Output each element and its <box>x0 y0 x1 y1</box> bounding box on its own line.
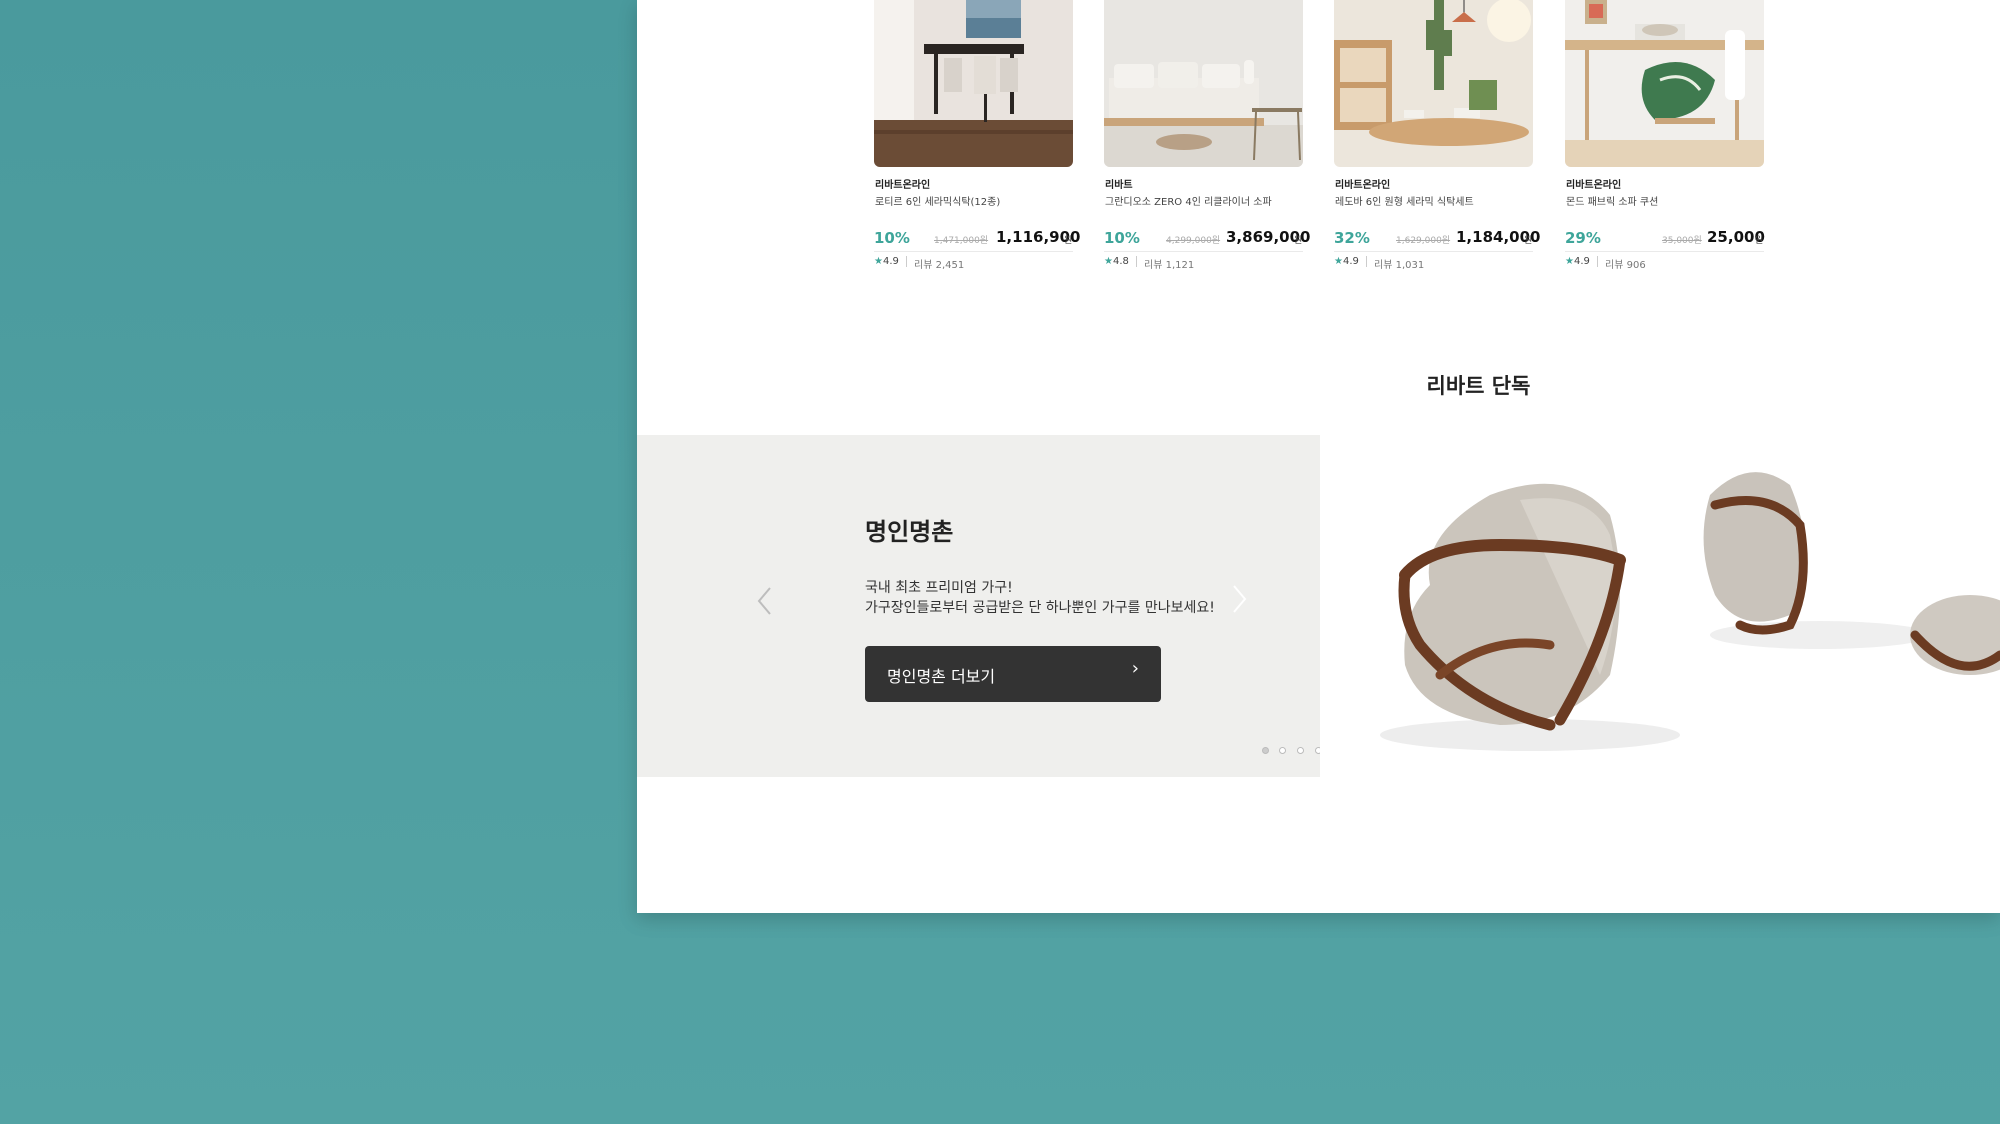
page-panel: 리바트온라인 로티르 6인 세라믹식탁(12종) 10% 1,471,000원 … <box>637 0 2000 913</box>
star-icon: ★ <box>1334 256 1343 267</box>
banner-description: 가구장인들로부터 공급받은 단 하나뿐인 가구를 만나보세요! <box>865 600 1215 616</box>
product-card[interactable]: 리바트온라인 몬드 패브릭 소파 쿠션 29% 35,000원 25,000 원… <box>1565 0 1765 271</box>
divider <box>1104 251 1303 252</box>
product-brand: 리바트온라인 <box>1335 180 1391 191</box>
product-image[interactable] <box>1334 0 1533 167</box>
chevron-left-icon[interactable] <box>756 586 772 620</box>
divider <box>906 256 907 267</box>
pagination-dot[interactable] <box>1279 747 1286 754</box>
price-currency: 원 <box>1294 236 1303 246</box>
rating: ★4.8 <box>1104 256 1129 267</box>
divider <box>1597 256 1598 267</box>
product-brand: 리바트온라인 <box>875 180 931 191</box>
section-title: 리바트 단독 <box>1426 374 1531 398</box>
star-icon: ★ <box>1565 256 1574 267</box>
product-image[interactable] <box>1565 0 1764 167</box>
product-name[interactable]: 그란디오소 ZERO 4인 리클라이너 소파 <box>1105 193 1272 208</box>
rating-value: 4.8 <box>1112 256 1129 267</box>
discount-rate: 29% <box>1565 229 1601 247</box>
rating: ★4.9 <box>874 256 899 267</box>
pagination-dot[interactable] <box>1297 747 1304 754</box>
rating-value: 4.9 <box>882 256 899 267</box>
review-count: 리뷰 2,451 <box>914 260 965 271</box>
banner-description: 국내 최초 프리미엄 가구! <box>865 580 1013 596</box>
chevron-right-icon: › <box>1131 658 1139 679</box>
review-count: 리뷰 906 <box>1605 260 1646 271</box>
product-brand: 리바트온라인 <box>1566 180 1622 191</box>
chevron-right-icon[interactable] <box>1232 584 1248 618</box>
product-name[interactable]: 레도바 6인 원형 세라믹 식탁세트 <box>1335 193 1474 208</box>
divider <box>1565 251 1764 252</box>
more-button-label: 명인명촌 더보기 <box>887 667 996 686</box>
product-card[interactable]: 리바트 그란디오소 ZERO 4인 리클라이너 소파 10% 4,299,000… <box>1104 0 1310 271</box>
product-name[interactable]: 몬드 패브릭 소파 쿠션 <box>1566 193 1658 208</box>
rating: ★4.9 <box>1334 256 1359 267</box>
divider <box>1136 256 1137 267</box>
divider <box>874 251 1073 252</box>
discount-rate: 10% <box>1104 229 1140 247</box>
price-currency: 원 <box>1064 236 1073 246</box>
star-icon: ★ <box>1104 256 1113 267</box>
divider <box>1366 256 1367 267</box>
original-price: 4,299,000원 <box>1166 236 1221 246</box>
rating: ★4.9 <box>1565 256 1590 267</box>
product-image[interactable] <box>1104 0 1303 167</box>
pagination-dot[interactable] <box>1262 747 1269 754</box>
rating-value: 4.9 <box>1573 256 1590 267</box>
divider <box>1334 251 1533 252</box>
product-image[interactable] <box>874 0 1073 167</box>
product-brand: 리바트 <box>1105 180 1133 191</box>
original-price: 35,000원 <box>1662 236 1702 246</box>
original-price: 1,629,000원 <box>1396 236 1451 246</box>
discount-rate: 32% <box>1334 229 1370 247</box>
product-name[interactable]: 로티르 6인 세라믹식탁(12종) <box>875 193 1000 208</box>
banner-title: 명인명촌 <box>865 518 954 546</box>
review-count: 리뷰 1,031 <box>1374 260 1425 271</box>
banner-image[interactable] <box>1320 435 2000 777</box>
product-card[interactable]: 리바트온라인 로티르 6인 세라믹식탁(12종) 10% 1,471,000원 … <box>874 0 1080 271</box>
product-card[interactable]: 리바트온라인 레도바 6인 원형 세라믹 식탁세트 32% 1,629,000원… <box>1334 0 1540 271</box>
price-currency: 원 <box>1755 236 1764 246</box>
original-price: 1,471,000원 <box>934 236 989 246</box>
price-currency: 원 <box>1524 236 1533 246</box>
rating-value: 4.9 <box>1342 256 1359 267</box>
review-count: 리뷰 1,121 <box>1144 260 1195 271</box>
star-icon: ★ <box>874 256 883 267</box>
discount-rate: 10% <box>874 229 910 247</box>
banner-text-panel: 명인명촌 국내 최초 프리미엄 가구! 가구장인들로부터 공급받은 단 하나뿐인… <box>637 435 1375 777</box>
more-button[interactable]: 명인명촌 더보기 › <box>865 646 1161 702</box>
